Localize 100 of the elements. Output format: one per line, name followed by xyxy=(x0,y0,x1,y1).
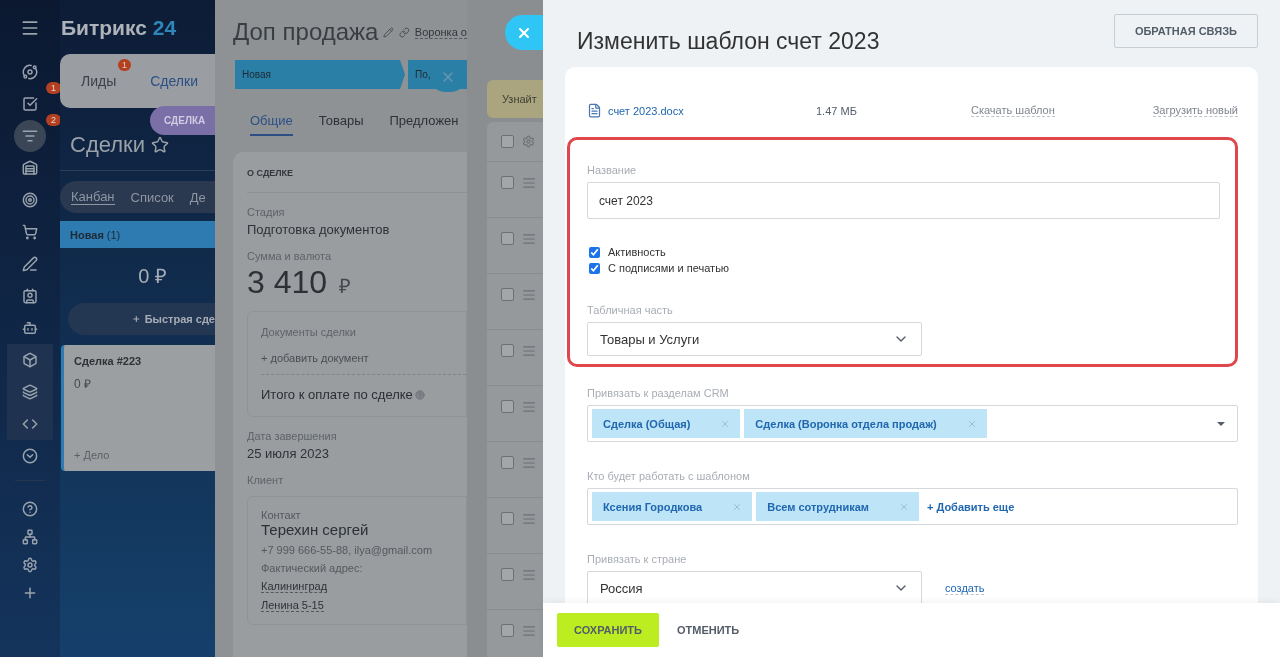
sidebar-item[interactable] xyxy=(7,408,53,440)
help-icon xyxy=(22,501,38,517)
tab[interactable]: Общие xyxy=(250,113,293,136)
layers-icon xyxy=(22,384,38,400)
remove-icon[interactable] xyxy=(966,418,977,429)
field-label: Название xyxy=(587,164,638,176)
selected-tag[interactable]: Сделка (Общая) xyxy=(592,409,741,438)
column-count: (1) xyxy=(106,228,121,241)
info-banner: Узнайт xyxy=(487,80,543,118)
chevron-down-icon xyxy=(22,448,38,464)
save-button[interactable]: СОХРАНИТЬ xyxy=(557,613,659,647)
warehouse-icon xyxy=(22,160,38,176)
stage-step[interactable]: Новая xyxy=(235,60,405,89)
total-label: Итого к оплате по сделке xyxy=(261,387,413,402)
star-icon[interactable] xyxy=(151,136,169,154)
entity-label: СДЕЛКА xyxy=(150,106,215,135)
add-document-link[interactable]: + добавить документ xyxy=(261,352,466,375)
deal-card[interactable]: Сделка #223 0 ₽ + Дело xyxy=(61,345,215,471)
contact-details: +7 999 666-55-88, ilya@gmail.com xyxy=(261,544,434,556)
view-tab[interactable]: Список xyxy=(130,189,174,205)
filter-icon xyxy=(22,128,38,144)
tab[interactable]: Сделки xyxy=(150,73,198,89)
funnel-link[interactable]: Воронка о xyxy=(414,25,467,39)
settings-icon xyxy=(22,557,38,573)
view-tab[interactable]: Де xyxy=(189,189,206,205)
file-size: 1.47 МБ xyxy=(816,104,858,117)
checkbox[interactable] xyxy=(501,624,514,637)
tab[interactable]: Товары xyxy=(318,113,364,136)
checkbox[interactable] xyxy=(501,344,514,357)
column-sum: 0 ₽ xyxy=(137,264,168,289)
checkbox[interactable] xyxy=(501,135,514,148)
sidebar-item[interactable] xyxy=(14,120,46,152)
selected-tag[interactable]: Ксения Городкова xyxy=(592,492,753,521)
caret-icon[interactable] xyxy=(1217,421,1225,426)
robot-icon xyxy=(22,320,38,336)
create-link[interactable]: создать xyxy=(945,581,985,595)
drag-handle-icon[interactable] xyxy=(522,288,536,302)
remove-icon[interactable] xyxy=(898,501,909,512)
upload-link[interactable]: Загрузить новый xyxy=(1152,104,1238,117)
checkbox[interactable] xyxy=(501,400,514,413)
crm-sections-field[interactable]: Сделка (Общая) Сделка (Воронка отдела продаж) xyxy=(587,405,1238,442)
close-button[interactable] xyxy=(505,15,543,50)
field-label: Стадия xyxy=(247,206,286,218)
file-link[interactable]: счет 2023.docx xyxy=(608,104,816,117)
add-activity-link[interactable]: + Дело xyxy=(74,449,205,461)
drag-handle-icon[interactable] xyxy=(522,400,536,414)
address-link[interactable]: Калининград xyxy=(261,580,328,593)
plus-icon xyxy=(22,585,38,601)
drag-handle-icon[interactable] xyxy=(522,176,536,190)
logo: Битрикс 24 xyxy=(60,16,178,40)
view-tab[interactable]: Канбан xyxy=(71,189,115,205)
field-value: Подготовка документов xyxy=(247,222,391,237)
drag-handle-icon[interactable] xyxy=(522,232,536,246)
remove-icon[interactable] xyxy=(720,418,731,429)
table-select[interactable]: Товары и Услуги xyxy=(587,322,922,356)
field-label: Кто будет работать с шаблоном xyxy=(587,470,751,482)
selected-tag[interactable]: Всем сотрудникам xyxy=(756,492,919,521)
page-title: Сделки xyxy=(70,132,145,158)
checkbox[interactable] xyxy=(501,176,514,189)
address-link[interactable]: Ленина 5-15 xyxy=(261,599,324,612)
drag-handle-icon[interactable] xyxy=(522,512,536,526)
quick-add-button[interactable]: Быстрая сде xyxy=(68,303,215,335)
add-more-link[interactable]: + Добавить еще xyxy=(926,500,1015,513)
deal-title: Доп продажа xyxy=(233,18,379,46)
count-badge: 1 xyxy=(118,59,131,71)
pencil-icon[interactable] xyxy=(383,26,395,38)
help-icon[interactable] xyxy=(414,389,425,400)
checkbox[interactable] xyxy=(589,262,600,274)
drag-handle-icon[interactable] xyxy=(522,624,536,638)
pen-icon xyxy=(22,256,38,272)
tab[interactable]: Предложен xyxy=(389,113,459,136)
drag-handle-icon[interactable] xyxy=(522,568,536,582)
drag-handle-icon[interactable] xyxy=(522,344,536,358)
field-value: 25 июля 2023 xyxy=(247,446,330,461)
feedback-button[interactable]: ОБРАТНАЯ СВЯЗЬ xyxy=(1113,14,1258,48)
remove-icon[interactable] xyxy=(732,501,743,512)
checkbox[interactable] xyxy=(501,288,514,301)
field-label: Привязать к разделам CRM xyxy=(587,387,730,399)
link-icon[interactable] xyxy=(399,26,410,38)
download-link[interactable]: Скачать шаблон xyxy=(971,104,1055,117)
menu-icon[interactable] xyxy=(20,18,40,38)
checkbox[interactable] xyxy=(501,512,514,525)
currency-sign: ₽ xyxy=(339,274,352,299)
field-label: Клиент xyxy=(247,474,285,486)
sidebar-item[interactable] xyxy=(7,344,53,376)
column-name: Новая xyxy=(70,228,104,241)
checkbox[interactable] xyxy=(501,232,514,245)
checkbox[interactable] xyxy=(501,456,514,469)
users-field[interactable]: Ксения Городкова Всем сотрудникам + Добавить еще xyxy=(587,488,1238,525)
document-icon xyxy=(587,103,602,118)
settings-icon[interactable] xyxy=(522,135,535,148)
checkbox[interactable] xyxy=(501,568,514,581)
cancel-button[interactable]: ОТМЕНИТЬ xyxy=(670,613,746,647)
selected-tag[interactable]: Сделка (Воронка отдела продаж) xyxy=(744,409,987,438)
field-label: Привязать к стране xyxy=(587,553,688,565)
checkbox[interactable] xyxy=(589,246,600,258)
contact-name: Терехин сергей xyxy=(261,521,370,538)
drag-handle-icon[interactable] xyxy=(522,456,536,470)
name-field[interactable]: счет 2023 xyxy=(587,182,1220,219)
contact-card-icon xyxy=(22,288,38,304)
